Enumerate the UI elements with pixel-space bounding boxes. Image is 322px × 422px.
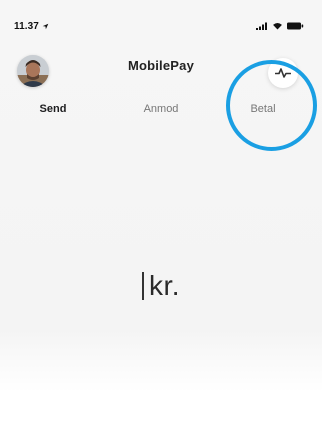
mobilepay-screen: 11.37 MobilePay Send Anmod Betal kr. [0,0,322,422]
location-arrow-icon [42,23,49,29]
activity-button[interactable] [268,58,298,88]
tab-request[interactable]: Anmod [144,103,179,115]
status-bar: 11.37 [14,18,304,34]
status-icons [256,22,304,30]
text-cursor [141,272,144,300]
cellular-signal-icon [256,22,267,30]
battery-icon [287,22,304,30]
time-label: 11.37 [14,20,39,32]
tab-send[interactable]: Send [40,103,67,115]
activity-pulse-icon [275,68,291,78]
wifi-icon [273,22,282,30]
currency-label: kr. [148,270,181,301]
tab-pay[interactable]: Betal [250,103,275,115]
tab-bar: Send Anmod Betal [0,103,322,119]
status-time: 11.37 [14,21,49,32]
amount-display[interactable]: kr. [0,270,322,302]
